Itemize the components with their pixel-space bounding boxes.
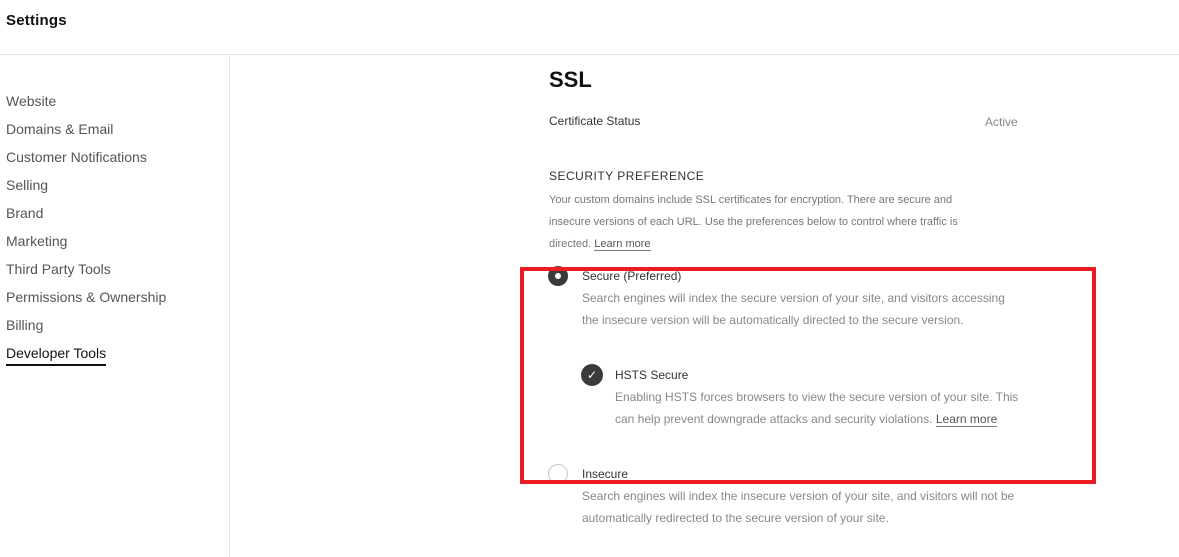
security-preference-heading: SECURITY PREFERENCE <box>549 169 705 183</box>
ssl-panel: SSL Certificate Status Active SECURITY P… <box>230 55 1179 557</box>
option-insecure-label: Insecure <box>582 467 629 481</box>
sidebar-item-brand[interactable]: Brand <box>6 204 166 232</box>
sidebar-item-selling[interactable]: Selling <box>6 176 166 204</box>
sidebar-item-domains-email[interactable]: Domains & Email <box>6 120 166 148</box>
option-hsts-description: Enabling HSTS forces browsers to view th… <box>615 390 1019 427</box>
page-title: Settings <box>6 12 67 29</box>
sidebar-item-customer-notifications[interactable]: Customer Notifications <box>6 148 166 176</box>
hsts-learn-more-link[interactable]: Learn more <box>935 412 998 427</box>
sidebar-item-third-party-tools[interactable]: Third Party Tools <box>6 260 166 288</box>
sidebar-item-developer-tools[interactable]: Developer Tools <box>6 344 166 372</box>
option-hsts-label: HSTS Secure <box>615 368 689 382</box>
option-secure[interactable]: Secure (Preferred) Search engines will i… <box>548 266 1028 346</box>
sidebar-item-website[interactable]: Website <box>6 92 166 120</box>
sidebar-item-billing[interactable]: Billing <box>6 316 166 344</box>
learn-more-link[interactable]: Learn more <box>594 238 651 251</box>
radio-secure[interactable] <box>548 266 568 286</box>
security-preference-description: Your custom domains include SSL certific… <box>549 194 958 251</box>
radio-insecure[interactable] <box>548 464 568 484</box>
hsts-checkbox[interactable]: ✓ <box>581 364 603 386</box>
checkmark-icon: ✓ <box>586 368 598 382</box>
settings-header: Settings <box>0 0 1179 55</box>
sidebar-item-permissions-ownership[interactable]: Permissions & Ownership <box>6 288 166 316</box>
sidebar-item-marketing[interactable]: Marketing <box>6 232 166 260</box>
option-secure-label: Secure (Preferred) <box>582 269 682 283</box>
option-secure-description: Search engines will index the secure ver… <box>582 291 1005 327</box>
sidebar-nav: Website Domains & Email Customer Notific… <box>6 92 166 372</box>
option-insecure-description: Search engines will index the insecure v… <box>582 489 1015 525</box>
settings-sidebar: Website Domains & Email Customer Notific… <box>0 55 230 557</box>
section-title: SSL <box>549 67 592 92</box>
certificate-status-label: Certificate Status <box>549 114 641 128</box>
option-insecure[interactable]: Insecure Search engines will index the i… <box>548 464 1028 544</box>
option-hsts[interactable]: ✓ HSTS Secure Enabling HSTS forces brows… <box>581 363 1021 453</box>
certificate-status-value: Active <box>985 115 1018 129</box>
